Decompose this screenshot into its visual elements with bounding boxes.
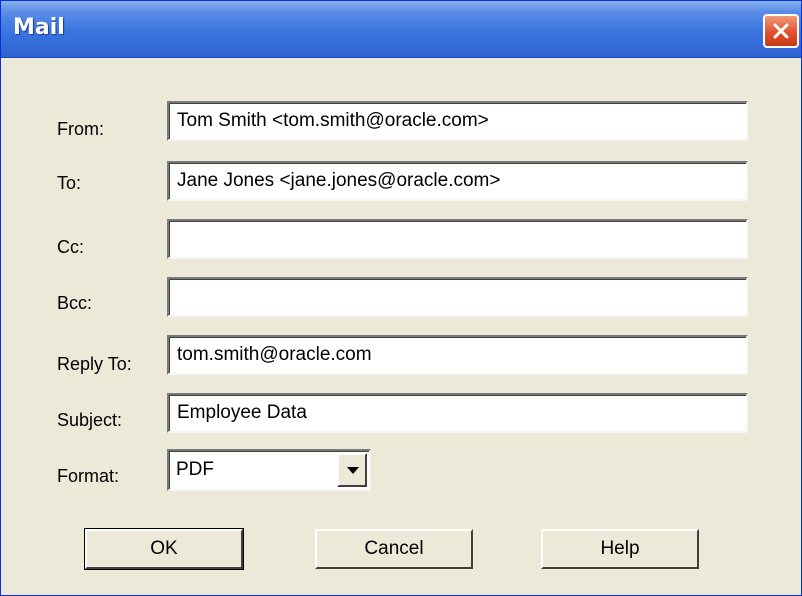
window-title: Mail: [13, 15, 65, 40]
close-button[interactable]: [763, 14, 799, 48]
subject-label: Subject:: [57, 410, 123, 430]
format-label: Format:: [57, 466, 120, 486]
close-icon: [773, 23, 789, 39]
cc-field[interactable]: [167, 219, 748, 259]
subject-field[interactable]: Employee Data: [167, 393, 748, 433]
reply-to-field[interactable]: tom.smith@oracle.com: [167, 335, 748, 375]
from-label: From:: [57, 119, 104, 139]
title-bar[interactable]: Mail: [1, 1, 801, 58]
cc-label: Cc:: [57, 237, 84, 257]
cancel-button[interactable]: Cancel: [315, 529, 473, 569]
reply-to-value: tom.smith@oracle.com: [177, 344, 372, 365]
format-value: PDF: [176, 459, 214, 480]
from-value: Tom Smith <tom.smith@oracle.com>: [177, 110, 489, 131]
help-button[interactable]: Help: [541, 529, 699, 569]
format-dropdown-button[interactable]: [337, 453, 367, 487]
bcc-label: Bcc:: [57, 293, 93, 313]
bcc-field[interactable]: [167, 277, 748, 317]
ok-button[interactable]: OK: [84, 528, 244, 570]
chevron-down-icon: [347, 467, 359, 474]
to-label: To:: [57, 173, 82, 193]
reply-to-label: Reply To:: [57, 354, 132, 374]
subject-value: Employee Data: [177, 402, 307, 423]
format-select[interactable]: PDF: [167, 449, 371, 491]
from-field[interactable]: Tom Smith <tom.smith@oracle.com>: [167, 101, 748, 141]
mail-dialog: Mail From: Tom Smith <tom.smith@oracle.c…: [0, 0, 802, 596]
to-field[interactable]: Jane Jones <jane.jones@oracle.com>: [167, 161, 748, 201]
to-value: Jane Jones <jane.jones@oracle.com>: [177, 170, 501, 191]
